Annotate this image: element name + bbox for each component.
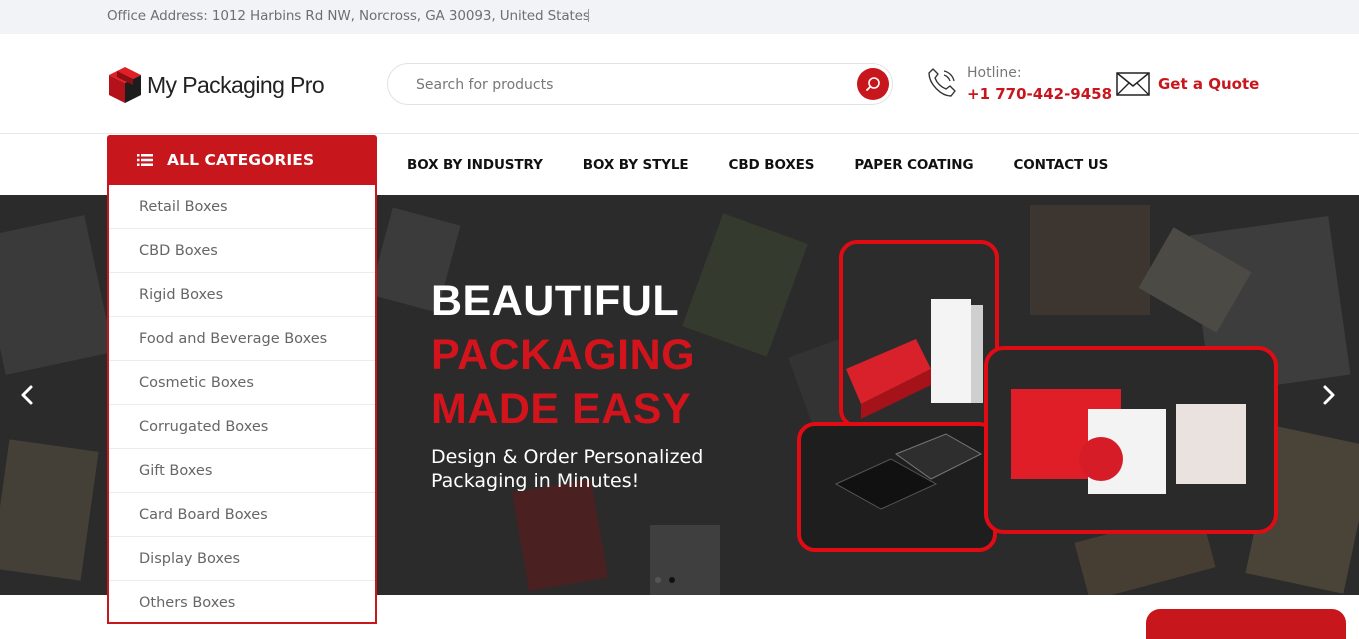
get-quote-label: Get a Quote [1158,75,1260,93]
phone-icon [928,68,956,97]
category-list: Retail Boxes CBD Boxes Rigid Boxes Food … [109,185,375,625]
slider-dot-active[interactable] [669,577,675,583]
category-corrugated-boxes[interactable]: Corrugated Boxes [109,405,375,449]
hero-subtitle: Design & Order Personalized Packaging in… [431,446,704,492]
hero-title-line-3: MADE EASY [431,385,692,433]
logo-text: My Packaging Pro [147,71,325,98]
topbar-divider [588,9,589,22]
nav-paper-coating[interactable]: PAPER COATING [854,157,973,173]
search-icon [866,77,880,91]
all-categories-title: ALL CATEGORIES [167,151,315,169]
nav-cbd-boxes[interactable]: CBD BOXES [729,157,815,173]
logo-cube-icon [109,67,141,103]
category-rigid-boxes[interactable]: Rigid Boxes [109,273,375,317]
chat-widget-button[interactable] [1146,609,1346,639]
category-food-beverage-boxes[interactable]: Food and Beverage Boxes [109,317,375,361]
hotline-number[interactable]: +1 770-442-9458 [967,85,1112,103]
hero-title-line-1: BEAUTIFUL [431,277,680,325]
category-gift-boxes[interactable]: Gift Boxes [109,449,375,493]
category-retail-boxes[interactable]: Retail Boxes [109,185,375,229]
hotline-label: Hotline: [967,65,1022,81]
category-others-boxes[interactable]: Others Boxes [109,581,375,625]
menu-icon [137,154,153,166]
hero-title-line-2: PACKAGING [431,331,696,379]
all-categories-menu: ALL CATEGORIES Retail Boxes CBD Boxes Ri… [107,135,377,624]
category-card-board-boxes[interactable]: Card Board Boxes [109,493,375,537]
topbar: Office Address: 1012 Harbins Rd NW, Norc… [0,0,1359,34]
search-button[interactable] [857,68,889,100]
search-bar [387,63,893,105]
slider-dots [655,577,675,583]
slider-next-button[interactable] [1316,383,1340,407]
slider-dot[interactable] [655,577,661,583]
category-cosmetic-boxes[interactable]: Cosmetic Boxes [109,361,375,405]
category-display-boxes[interactable]: Display Boxes [109,537,375,581]
slider-prev-button[interactable] [16,383,40,407]
category-cbd-boxes[interactable]: CBD Boxes [109,229,375,273]
site-logo[interactable]: My Packaging Pro [107,65,325,105]
product-showcase [797,240,1278,552]
get-quote-link[interactable]: Get a Quote [1116,71,1259,97]
chevron-right-icon [1323,385,1335,405]
chevron-left-icon [21,385,33,405]
search-input[interactable] [416,74,836,96]
nav-box-by-style[interactable]: BOX BY STYLE [583,157,689,173]
header: My Packaging Pro Hotline: +1 770-442-945… [0,34,1359,134]
nav-contact-us[interactable]: CONTACT US [1013,157,1108,173]
office-address: Office Address: 1012 Harbins Rd NW, Norc… [107,8,590,24]
all-categories-toggle[interactable]: ALL CATEGORIES [107,135,377,185]
nav-box-by-industry[interactable]: BOX BY INDUSTRY [407,157,543,173]
mail-icon [1116,72,1150,96]
